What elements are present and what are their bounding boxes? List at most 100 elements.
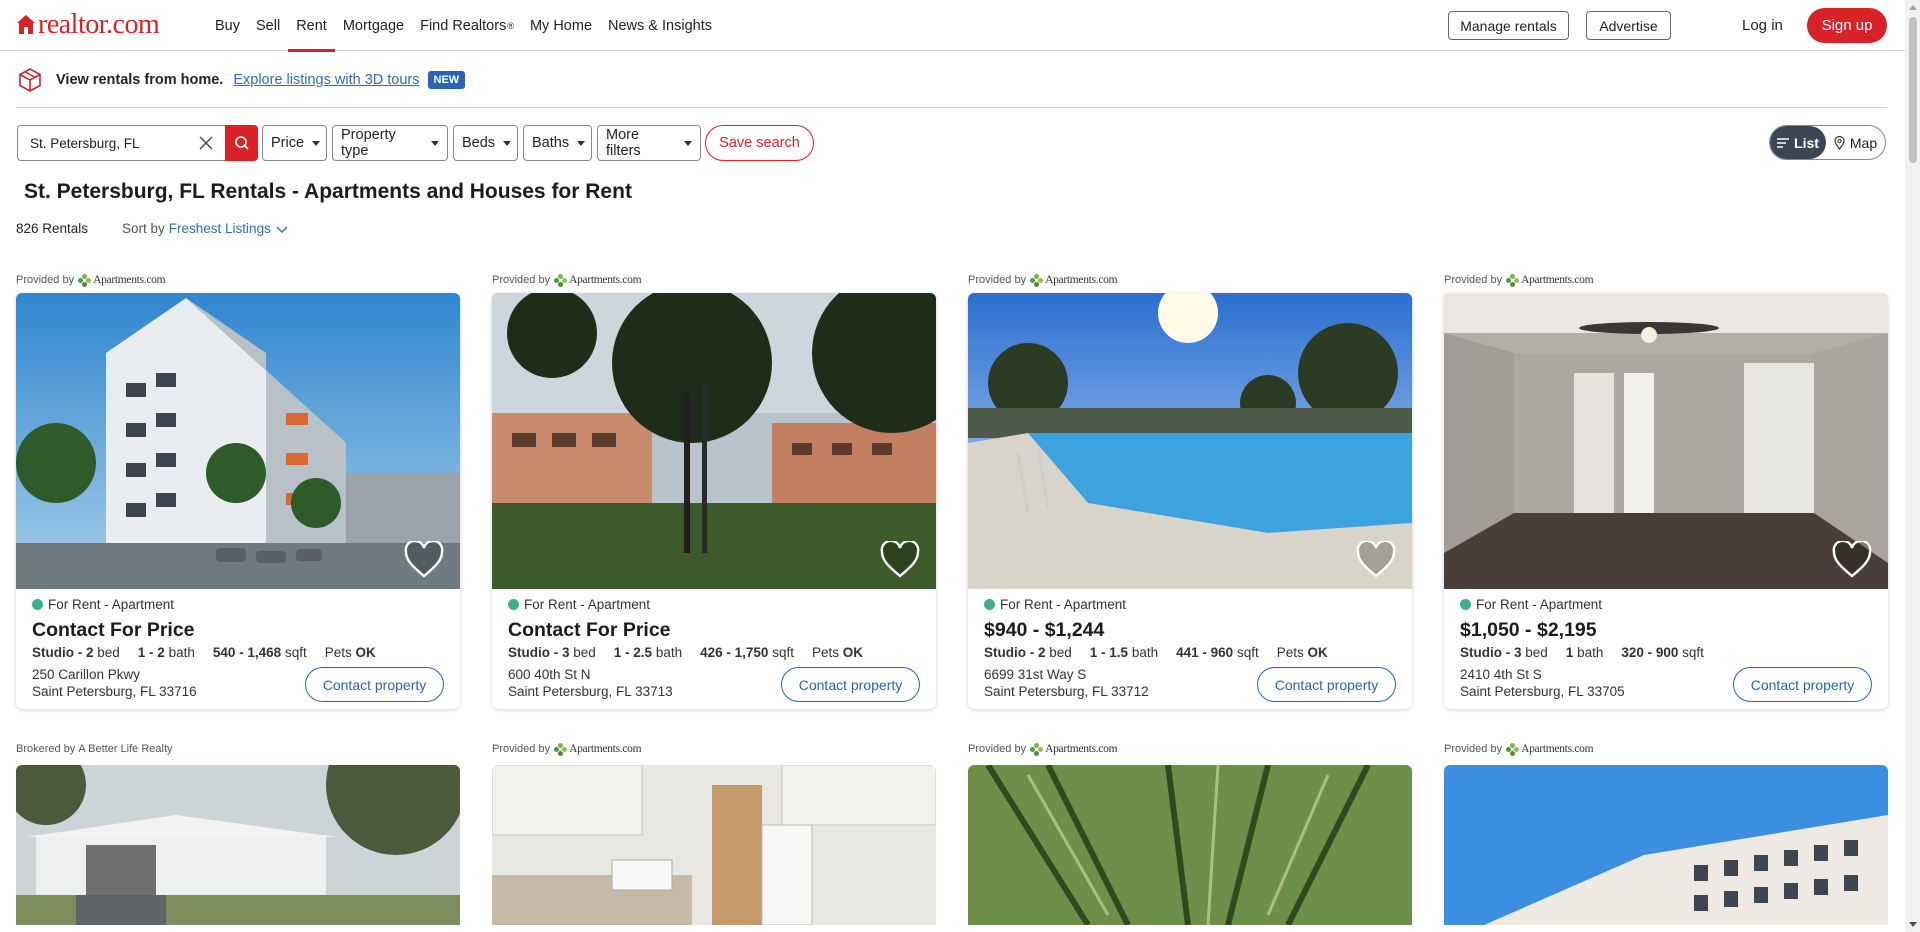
sqft-value: 320 - 900 <box>1621 645 1679 660</box>
baths-label: bath <box>1131 645 1159 660</box>
kitchen-photo <box>492 765 936 925</box>
beds-value: Studio - 3 <box>1460 645 1522 660</box>
signup-button[interactable]: Sign up <box>1807 8 1887 43</box>
list-icon <box>1777 137 1790 148</box>
beds-filter[interactable]: Beds <box>453 125 518 161</box>
listing-photo[interactable] <box>492 293 936 589</box>
caret-down-icon <box>684 140 692 146</box>
location-search-input[interactable]: St. Petersburg, FL <box>17 125 225 161</box>
close-icon[interactable] <box>197 134 215 152</box>
listing-photo[interactable] <box>968 293 1412 589</box>
listing-status: For Rent - Apartment <box>508 595 920 613</box>
listing-photo[interactable] <box>16 293 460 589</box>
heart-icon[interactable] <box>1356 541 1396 579</box>
more-filters-button[interactable]: More filters <box>597 125 701 161</box>
scrollbar-thumb[interactable] <box>1909 17 1917 163</box>
beds-value: Studio - 3 <box>508 645 570 660</box>
listing-price: Contact For Price <box>508 619 671 641</box>
baths-value: 1 <box>1565 645 1574 660</box>
heart-icon[interactable] <box>1832 541 1872 579</box>
house-photo <box>16 765 460 925</box>
contact-property-button[interactable]: Contact property <box>781 667 920 702</box>
nav-find-realtors[interactable]: Find Realtors ® <box>412 0 522 51</box>
listing-status: For Rent - Apartment <box>1460 595 1872 613</box>
sort-label: Sort by <box>122 221 165 236</box>
scroll-up-arrow-icon[interactable] <box>1909 5 1917 10</box>
apartments-logo-icon <box>554 273 568 287</box>
nav-news-insights[interactable]: News & Insights <box>600 0 720 51</box>
apartments-com-logo: Apartments.com <box>1505 273 1594 288</box>
explore-3d-tours-link[interactable]: Explore listings with 3D tours <box>233 72 419 88</box>
listing-card[interactable]: For Rent - Apartment $1,050 - $2,195 Stu… <box>1444 293 1888 709</box>
pets-value: OK <box>1307 645 1328 660</box>
advertise-button[interactable]: Advertise <box>1586 11 1671 40</box>
manage-rentals-button[interactable]: Manage rentals <box>1448 11 1569 40</box>
contact-property-button[interactable]: Contact property <box>305 667 444 702</box>
contact-property-button[interactable]: Contact property <box>1257 667 1396 702</box>
login-link[interactable]: Log in <box>1742 11 1783 40</box>
status-text: For Rent - Apartment <box>1476 596 1603 612</box>
realtor-logo[interactable]: realtor.com <box>16 9 160 40</box>
pets-value: OK <box>355 645 376 660</box>
listing-photo[interactable] <box>1444 293 1888 589</box>
nav-news-label: News & Insights <box>608 17 712 34</box>
listing-card[interactable] <box>492 765 936 925</box>
sqft-value: 426 - 1,750 <box>700 645 769 660</box>
listing-price: $1,050 - $2,195 <box>1460 619 1597 641</box>
nav-find-realtors-label: Find Realtors <box>420 17 507 34</box>
3d-tours-banner: View rentals from home. Explore listings… <box>16 52 1887 108</box>
status-dot <box>32 598 43 610</box>
heart-icon[interactable] <box>880 541 920 579</box>
provider-name: Apartments.com <box>1521 274 1594 286</box>
nav-rent[interactable]: Rent <box>288 0 335 52</box>
listing-card[interactable] <box>1444 765 1888 925</box>
price-filter-label: Price <box>271 135 305 151</box>
beds-label: bed <box>97 645 120 660</box>
sort-dropdown[interactable]: Sort by Freshest Listings <box>122 221 288 236</box>
listing-card[interactable] <box>968 765 1412 925</box>
baths-value: 1 - 1.5 <box>1089 645 1129 660</box>
price-filter[interactable]: Price <box>262 125 327 161</box>
apartments-logo-icon <box>1030 273 1044 287</box>
logo-text: realtor.com <box>38 9 160 40</box>
provider-name: Apartments.com <box>1521 743 1594 755</box>
sqft-label: sqft <box>1236 645 1259 660</box>
apartments-com-logo: Apartments.com <box>1029 273 1118 288</box>
heart-icon[interactable] <box>404 541 444 579</box>
provider-line: Provided by Apartments.com <box>968 741 1118 757</box>
nav-my-home[interactable]: My Home <box>522 0 600 51</box>
nav-my-home-label: My Home <box>529 17 593 34</box>
listing-price: Contact For Price <box>32 619 195 641</box>
contact-property-button[interactable]: Contact property <box>1733 667 1872 702</box>
listing-card[interactable]: For Rent - Apartment $940 - $1,244 Studi… <box>968 293 1412 709</box>
property-type-filter[interactable]: Property type <box>332 125 448 161</box>
caret-down-icon <box>431 140 439 146</box>
sqft-value: 441 - 960 <box>1176 645 1234 660</box>
site-header: realtor.com Buy Sell Rent Mortgage Find … <box>0 0 1905 52</box>
page-scrollbar[interactable] <box>1905 0 1920 932</box>
provider-label: Provided by <box>968 743 1027 755</box>
nav-sell[interactable]: Sell <box>248 0 288 51</box>
listing-card[interactable]: For Rent - Apartment Contact For Price S… <box>492 293 936 709</box>
caret-down-icon <box>503 140 512 146</box>
sort-value: Freshest Listings <box>168 221 271 236</box>
map-view-label: Map <box>1849 134 1878 151</box>
map-view-button[interactable]: Map <box>1826 126 1885 159</box>
provider-label: Provided by <box>492 743 551 755</box>
nav-mortgage[interactable]: Mortgage <box>335 0 412 51</box>
listing-card[interactable] <box>16 765 460 925</box>
listing-card[interactable]: For Rent - Apartment Contact For Price S… <box>16 293 460 709</box>
listing-meta: Studio - 2 bed 1 - 2 bath 540 - 1,468 sq… <box>32 645 444 663</box>
search-button[interactable] <box>225 125 258 161</box>
scroll-down-arrow-icon[interactable] <box>1909 922 1917 927</box>
list-view-button[interactable]: List <box>1770 126 1826 159</box>
nav-buy[interactable]: Buy <box>207 0 248 51</box>
status-text: For Rent - Apartment <box>524 596 651 612</box>
interior-photo <box>1444 293 1888 589</box>
listing-meta: Studio - 3 bed 1 bath 320 - 900 sqft <box>1460 645 1872 663</box>
save-search-button[interactable]: Save search <box>705 125 814 161</box>
pets-label: Pets <box>1276 645 1304 660</box>
baths-value: 1 - 2.5 <box>613 645 653 660</box>
baths-filter[interactable]: Baths <box>523 125 592 161</box>
apartments-com-logo: Apartments.com <box>1029 742 1118 757</box>
